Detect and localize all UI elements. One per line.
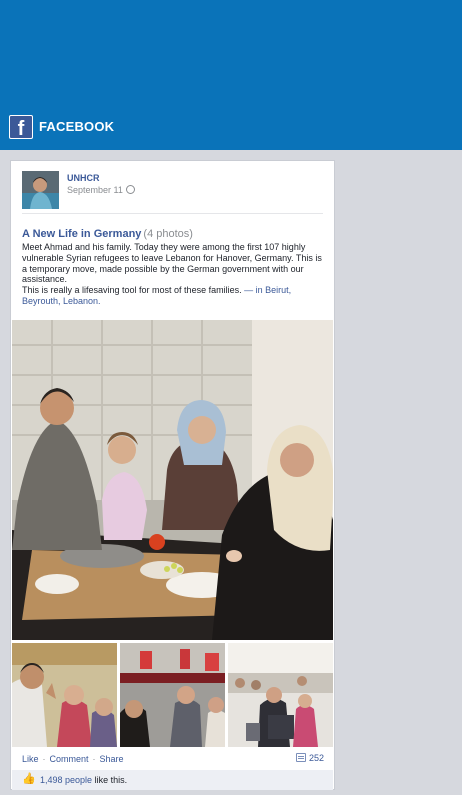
post-message: Meet Ahmad and his family. Today they we… <box>22 242 324 307</box>
globe-icon <box>125 185 135 194</box>
comment-count-value[interactable]: 252 <box>309 753 324 763</box>
author-avatar[interactable] <box>22 171 59 209</box>
like-link[interactable]: Like <box>22 754 39 764</box>
post-date[interactable]: September 11 <box>67 185 135 195</box>
header-divider <box>22 213 323 214</box>
album-headline: A New Life in Germany (4 photos) <box>22 228 193 240</box>
thumbnail-photo-3[interactable] <box>228 643 333 747</box>
facebook-tab-title[interactable]: FACEBOOK <box>39 119 114 134</box>
page-header: f FACEBOOK <box>0 0 462 150</box>
likes-bar: 👍 1,498 people like this. <box>12 770 333 790</box>
post-date-text[interactable]: September 11 <box>67 185 123 195</box>
share-link[interactable]: Share <box>100 754 124 764</box>
thumbnail-photo-1[interactable] <box>12 643 117 747</box>
action-separator: · <box>92 754 96 764</box>
facebook-logo-icon[interactable]: f <box>9 115 33 140</box>
location-prefix: — in <box>244 285 263 296</box>
main-photo[interactable] <box>12 320 333 640</box>
post-card: UNHCR September 11 A New Life in Germany… <box>10 160 335 790</box>
action-separator: · <box>42 754 46 764</box>
likes-suffix: like this. <box>94 775 128 785</box>
comment-count[interactable]: 252 <box>295 753 324 763</box>
album-title-link[interactable]: A New Life in Germany <box>22 228 141 240</box>
author-name[interactable]: UNHCR <box>67 173 100 183</box>
likes-summary: 1,498 people like this. <box>40 775 127 785</box>
post-actions: Like · Comment · Share <box>22 754 124 764</box>
album-photo-count: (4 photos) <box>143 228 193 240</box>
thumbs-up-icon: 👍 <box>22 773 36 785</box>
comment-icon <box>295 753 306 762</box>
thumbnail-photo-2[interactable] <box>120 643 225 747</box>
message-text-2: This is really a lifesaving tool for mos… <box>22 285 242 296</box>
likes-count-link[interactable]: 1,498 people <box>40 775 92 785</box>
message-text: Meet Ahmad and his family. Today they we… <box>22 242 322 285</box>
comment-link[interactable]: Comment <box>50 754 89 764</box>
